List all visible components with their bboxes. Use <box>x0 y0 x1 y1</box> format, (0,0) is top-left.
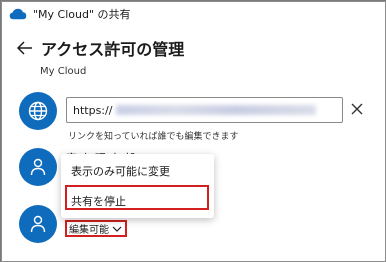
share-dialog-window: "My Cloud" の共有 アクセス許可の管理 My Cloud https:… <box>1 1 386 262</box>
permission-dropdown[interactable]: 編集可能 <box>65 220 127 237</box>
person-avatar <box>19 205 57 243</box>
share-link-redacted <box>116 105 317 115</box>
person-icon <box>30 215 46 233</box>
link-permission-note: リンクを知っていれば誰でも編集できます <box>68 132 239 142</box>
remove-link-button[interactable] <box>348 100 366 118</box>
share-link-field[interactable]: https:// <box>66 97 343 123</box>
arrow-left-icon <box>17 41 32 55</box>
stop-sharing-highlight <box>65 185 209 210</box>
page-title: アクセス許可の管理 <box>41 40 185 59</box>
share-link-prefix: https:// <box>73 103 113 117</box>
menu-item-label: 表示のみ可能に変更 <box>71 165 170 178</box>
link-row <box>19 92 57 130</box>
close-icon <box>351 103 363 115</box>
menu-item-view-only[interactable]: 表示のみ可能に変更 <box>61 158 214 184</box>
globe-avatar <box>19 92 57 130</box>
title-bar: "My Cloud" の共有 <box>2 2 385 26</box>
window-title: "My Cloud" の共有 <box>33 8 131 21</box>
person-avatar <box>19 148 57 186</box>
onedrive-cloud-icon <box>9 8 27 20</box>
back-button[interactable] <box>13 36 37 60</box>
globe-icon <box>28 101 48 121</box>
person-icon <box>30 158 46 176</box>
page-subtitle: My Cloud <box>40 66 87 77</box>
permission-label: 編集可能 <box>69 225 109 236</box>
page-header: アクセス許可の管理 <box>13 36 184 60</box>
chevron-down-icon <box>112 226 122 232</box>
